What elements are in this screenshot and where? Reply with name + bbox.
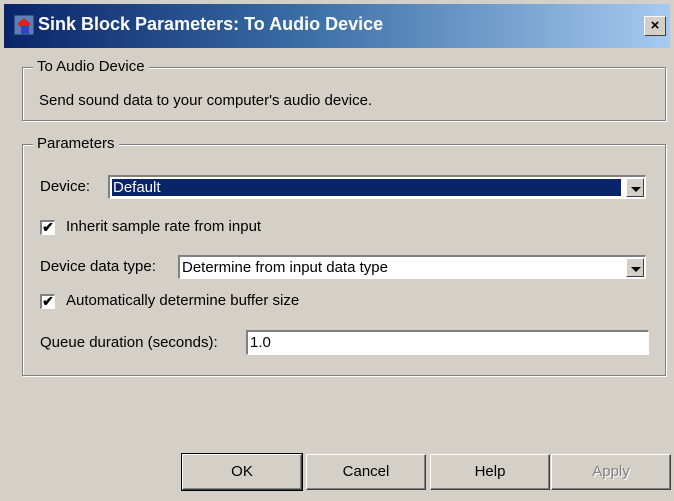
dialog-window: Sink Block Parameters: To Audio Device ×… [0, 0, 674, 501]
queue-duration-value: 1.0 [250, 334, 271, 351]
cancel-button[interactable]: Cancel [306, 454, 426, 490]
device-data-type-value: Determine from input data type [182, 259, 388, 276]
help-button[interactable]: Help [430, 454, 550, 490]
simulink-block-icon [13, 14, 35, 36]
ok-button[interactable]: OK [181, 453, 303, 491]
window-title: Sink Block Parameters: To Audio Device [38, 14, 384, 34]
chevron-down-icon[interactable] [626, 178, 644, 197]
close-icon[interactable]: × [644, 16, 666, 36]
device-data-type-label: Device data type: [40, 258, 156, 275]
device-label: Device: [40, 178, 91, 195]
description-group-legend: To Audio Device [33, 58, 149, 75]
parameters-group-legend: Parameters [33, 135, 119, 152]
description-group: To Audio Device Send sound data to your … [22, 58, 666, 121]
device-data-type-dropdown[interactable]: Determine from input data type [178, 255, 646, 279]
inherit-sample-rate-checkbox[interactable]: ✔ [40, 220, 55, 235]
device-dropdown[interactable]: Default [108, 175, 646, 199]
inherit-sample-rate-label: Inherit sample rate from input [66, 218, 262, 235]
queue-duration-label: Queue duration (seconds): [40, 334, 218, 351]
device-value: Default [112, 179, 621, 196]
auto-buffer-size-checkbox[interactable]: ✔ [40, 294, 55, 309]
auto-buffer-size-label: Automatically determine buffer size [66, 292, 300, 309]
title-bar[interactable]: Sink Block Parameters: To Audio Device × [4, 4, 670, 48]
description-text: Send sound data to your computer's audio… [39, 92, 373, 109]
apply-button[interactable]: Apply [551, 454, 671, 490]
chevron-down-icon[interactable] [626, 258, 644, 277]
queue-duration-input[interactable]: 1.0 [246, 330, 649, 355]
